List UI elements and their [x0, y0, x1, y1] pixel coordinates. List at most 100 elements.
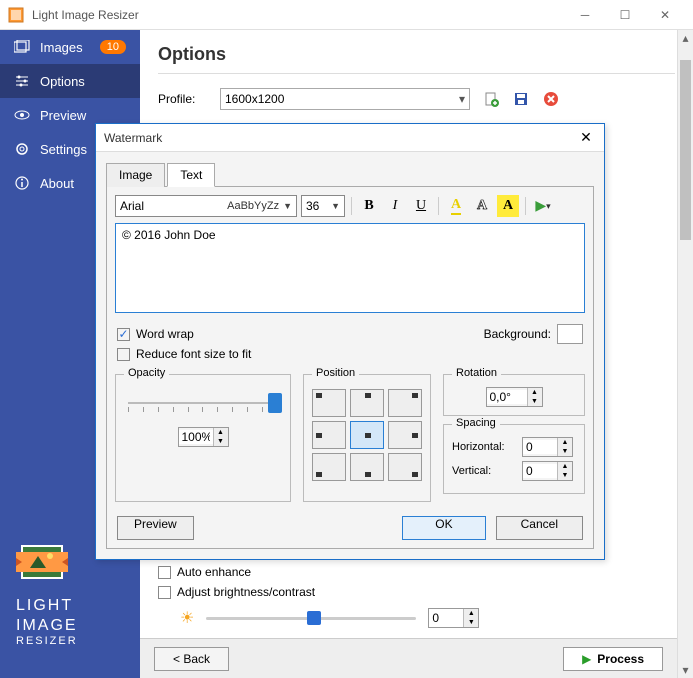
chevron-down-icon: ▼ — [283, 201, 292, 211]
opacity-slider[interactable] — [124, 393, 282, 413]
spin-down[interactable]: ▼ — [528, 397, 542, 406]
position-bottom-right[interactable] — [388, 453, 422, 481]
text-toolbar: Arial AaBbYyZz ▼ 36 ▼ B I U A A A ▶▾ — [115, 195, 585, 217]
brightness-spinner[interactable]: ▲▼ — [428, 608, 479, 628]
logo-text-2: IMAGE — [16, 616, 124, 635]
spacing-title: Spacing — [452, 417, 500, 429]
position-title: Position — [312, 367, 359, 379]
word-wrap-checkbox[interactable]: ✓ — [117, 328, 130, 341]
spin-down[interactable]: ▼ — [558, 447, 572, 456]
dialog-close-button[interactable]: ✕ — [576, 128, 596, 148]
reduce-font-checkbox[interactable] — [117, 348, 130, 361]
rotation-spinner[interactable]: ▲▼ — [486, 387, 543, 407]
tab-text[interactable]: Text — [167, 163, 215, 187]
position-bottom-center[interactable] — [350, 453, 384, 481]
scroll-down-icon[interactable]: ▾ — [678, 662, 693, 678]
opacity-spinner[interactable]: ▲▼ — [178, 427, 229, 447]
vertical-spacing-spinner[interactable]: ▲▼ — [522, 461, 573, 481]
sidebar-item-options[interactable]: Options — [0, 64, 140, 98]
position-group: Position — [303, 374, 431, 502]
insert-variable-button[interactable]: ▶▾ — [532, 195, 554, 217]
ok-button[interactable]: OK — [402, 516, 485, 540]
sidebar-item-label: Preview — [40, 108, 86, 123]
position-middle-left[interactable] — [312, 421, 346, 449]
chevron-down-icon: ▼ — [331, 201, 340, 211]
brightness-value[interactable] — [429, 611, 463, 625]
watermark-dialog: Watermark ✕ Image Text Arial AaBbYyZz ▼ … — [95, 123, 605, 560]
bold-button[interactable]: B — [358, 195, 380, 217]
position-bottom-left[interactable] — [312, 453, 346, 481]
profile-value: 1600x1200 — [225, 92, 284, 106]
profile-label: Profile: — [158, 92, 208, 106]
background-color-picker[interactable] — [557, 324, 583, 344]
opacity-value[interactable] — [179, 430, 213, 444]
spin-up[interactable]: ▲ — [214, 428, 228, 437]
italic-button[interactable]: I — [384, 195, 406, 217]
images-count-badge: 10 — [100, 40, 126, 54]
scrollbar-thumb[interactable] — [680, 60, 691, 240]
options-icon — [14, 73, 30, 89]
save-profile-button[interactable] — [512, 90, 530, 108]
close-button[interactable]: ✕ — [645, 0, 685, 30]
sidebar-item-label: About — [40, 176, 74, 191]
bottom-bar: < Back ▶Process — [140, 638, 677, 678]
chevron-down-icon: ▾ — [459, 92, 465, 106]
spin-down[interactable]: ▼ — [558, 471, 572, 480]
preview-button[interactable]: Preview — [117, 516, 194, 540]
position-top-center[interactable] — [350, 389, 384, 417]
position-top-right[interactable] — [388, 389, 422, 417]
tab-image[interactable]: Image — [106, 163, 165, 187]
vertical-label: Vertical: — [452, 465, 514, 477]
position-top-left[interactable] — [312, 389, 346, 417]
opacity-thumb[interactable] — [268, 393, 282, 413]
process-button[interactable]: ▶Process — [563, 647, 663, 671]
word-wrap-label: Word wrap — [136, 327, 194, 341]
font-color-button[interactable]: A — [445, 195, 467, 217]
auto-enhance-checkbox[interactable] — [158, 566, 171, 579]
horizontal-value[interactable] — [523, 440, 557, 454]
scroll-up-icon[interactable]: ▴ — [678, 30, 693, 46]
underline-button[interactable]: U — [410, 195, 432, 217]
play-icon: ▶ — [582, 652, 591, 666]
sidebar-item-images[interactable]: Images 10 — [0, 30, 140, 64]
vertical-value[interactable] — [523, 464, 557, 478]
position-middle-center[interactable] — [350, 421, 384, 449]
sidebar-item-label: Images — [40, 40, 83, 55]
font-family-select[interactable]: Arial AaBbYyZz ▼ — [115, 195, 297, 217]
rotation-value[interactable] — [487, 390, 527, 404]
cancel-button[interactable]: Cancel — [496, 516, 583, 540]
brightness-icon: ☀ — [180, 608, 194, 628]
logo-text-1: LIGHT — [16, 596, 124, 615]
font-name: Arial — [120, 199, 227, 213]
spin-down[interactable]: ▼ — [464, 618, 478, 627]
font-size-value: 36 — [306, 199, 331, 213]
maximize-button[interactable]: ☐ — [605, 0, 645, 30]
reduce-font-label: Reduce font size to fit — [136, 347, 251, 361]
spin-up[interactable]: ▲ — [558, 438, 572, 447]
titlebar: Light Image Resizer ─ ☐ ✕ — [0, 0, 693, 30]
spin-up[interactable]: ▲ — [464, 609, 478, 618]
position-middle-right[interactable] — [388, 421, 422, 449]
horizontal-spacing-spinner[interactable]: ▲▼ — [522, 437, 573, 457]
new-profile-button[interactable] — [482, 90, 500, 108]
rotation-title: Rotation — [452, 367, 501, 379]
spin-up[interactable]: ▲ — [528, 388, 542, 397]
minimize-button[interactable]: ─ — [565, 0, 605, 30]
watermark-text-input[interactable] — [115, 223, 585, 313]
logo-text-3: RESIZER — [16, 635, 124, 648]
back-button[interactable]: < Back — [154, 647, 229, 671]
outline-color-button[interactable]: A — [471, 195, 493, 217]
spin-up[interactable]: ▲ — [558, 462, 572, 471]
profile-select[interactable]: 1600x1200 ▾ — [220, 88, 470, 110]
spin-down[interactable]: ▼ — [214, 437, 228, 446]
sidebar-item-label: Settings — [40, 142, 87, 157]
font-size-select[interactable]: 36 ▼ — [301, 195, 345, 217]
scrollbar[interactable]: ▴ ▾ — [677, 30, 693, 678]
shadow-color-button[interactable]: A — [497, 195, 519, 217]
adjust-bc-checkbox[interactable] — [158, 586, 171, 599]
delete-profile-button[interactable] — [542, 90, 560, 108]
opacity-title: Opacity — [124, 367, 169, 379]
brightness-slider[interactable] — [206, 617, 416, 620]
adjust-bc-label: Adjust brightness/contrast — [177, 585, 315, 599]
dialog-titlebar[interactable]: Watermark ✕ — [96, 124, 604, 152]
